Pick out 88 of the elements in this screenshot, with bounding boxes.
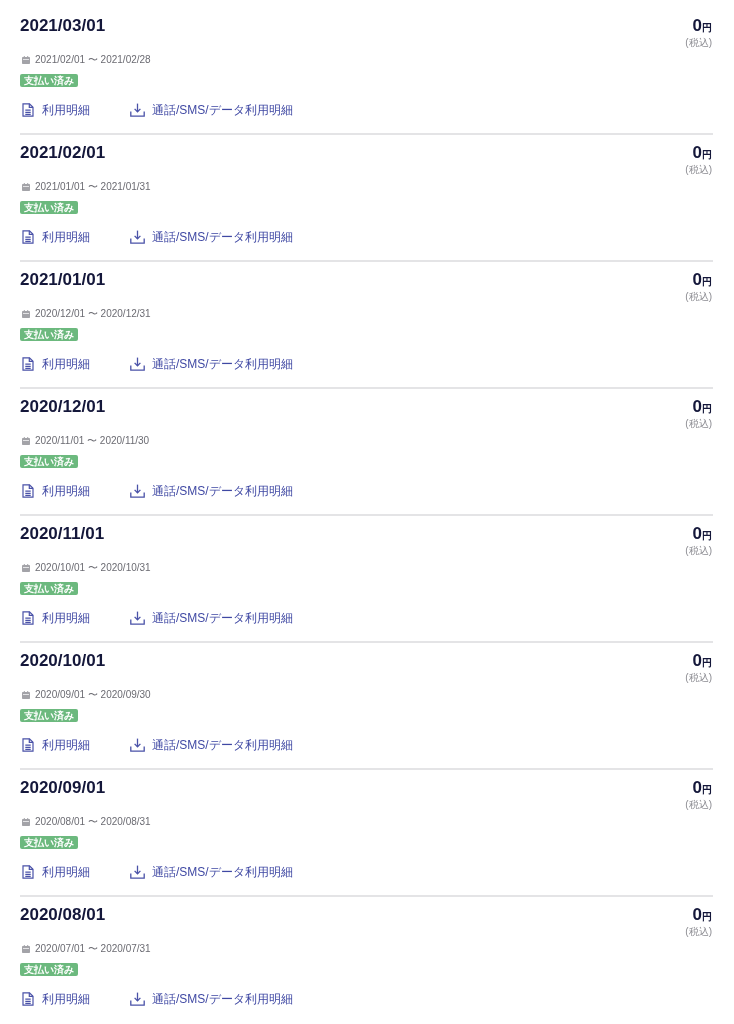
billing-period: 2020/08/01 〜 2020/08/31 (35, 815, 151, 829)
calendar-icon (22, 310, 30, 318)
billing-date: 2020/11/01 (20, 524, 105, 544)
calendar-icon (22, 564, 30, 572)
statement-link[interactable]: 利用明細 (22, 737, 90, 753)
statement-link[interactable]: 利用明細 (22, 356, 90, 372)
document-icon (22, 738, 34, 752)
status-badge: 支払い済み (20, 836, 78, 849)
download-icon (130, 865, 145, 879)
billing-period: 2021/02/01 〜 2021/02/28 (35, 53, 151, 67)
download-icon (130, 484, 145, 498)
billing-date: 2021/03/01 (20, 16, 106, 36)
currency-label: 円 (702, 22, 712, 34)
tax-note: (税込) (685, 37, 712, 49)
amount: 0 (692, 905, 702, 925)
statement-link[interactable]: 利用明細 (22, 229, 90, 245)
tax-note: (税込) (685, 164, 712, 176)
document-icon (22, 357, 34, 371)
document-icon (22, 992, 34, 1006)
download-link[interactable]: 通話/SMS/データ利用明細 (130, 991, 293, 1007)
currency-label: 円 (702, 149, 712, 161)
download-icon (130, 230, 145, 244)
currency-label: 円 (702, 657, 712, 669)
document-icon (22, 611, 34, 625)
billing-date: 2020/08/01 (20, 905, 106, 925)
tax-note: (税込) (685, 418, 712, 430)
document-icon (22, 484, 34, 498)
document-icon (22, 103, 34, 117)
document-icon (22, 865, 34, 879)
amount: 0 (692, 143, 702, 163)
billing-period: 2020/11/01 〜 2020/11/30 (35, 434, 150, 448)
currency-label: 円 (702, 530, 712, 542)
currency-label: 円 (702, 911, 712, 923)
download-link[interactable]: 通話/SMS/データ利用明細 (130, 356, 293, 372)
billing-date: 2020/10/01 (20, 651, 106, 671)
download-link[interactable]: 通話/SMS/データ利用明細 (130, 737, 293, 753)
calendar-icon (22, 691, 30, 699)
billing-date: 2020/09/01 (20, 778, 106, 798)
tax-note: (税込) (685, 291, 712, 303)
billing-period: 2020/09/01 〜 2020/09/30 (35, 688, 151, 702)
download-link[interactable]: 通話/SMS/データ利用明細 (130, 610, 293, 626)
billing-period: 2020/10/01 〜 2020/10/31 (35, 561, 151, 575)
calendar-icon (22, 945, 30, 953)
amount: 0 (692, 778, 702, 798)
statement-link[interactable]: 利用明細 (22, 991, 90, 1007)
download-icon (130, 103, 145, 117)
statement-link[interactable]: 利用明細 (22, 864, 90, 880)
amount: 0 (692, 524, 702, 544)
calendar-icon (22, 818, 30, 826)
download-icon (130, 611, 145, 625)
download-icon (130, 738, 145, 752)
billing-date: 2021/01/01 (20, 270, 106, 290)
calendar-icon (22, 183, 30, 191)
amount: 0 (692, 16, 702, 36)
billing-date: 2021/02/01 (20, 143, 106, 163)
currency-label: 円 (702, 276, 712, 288)
calendar-icon (22, 56, 30, 64)
tax-note: (税込) (685, 799, 712, 811)
tax-note: (税込) (685, 926, 712, 938)
status-badge: 支払い済み (20, 709, 78, 722)
statement-link[interactable]: 利用明細 (22, 102, 90, 118)
billing-period: 2020/12/01 〜 2020/12/31 (35, 307, 151, 321)
status-badge: 支払い済み (20, 74, 78, 87)
status-badge: 支払い済み (20, 582, 78, 595)
status-badge: 支払い済み (20, 201, 78, 214)
statement-link[interactable]: 利用明細 (22, 610, 90, 626)
download-link[interactable]: 通話/SMS/データ利用明細 (130, 864, 293, 880)
amount: 0 (692, 270, 702, 290)
statement-link[interactable]: 利用明細 (22, 483, 90, 499)
billing-period: 2021/01/01 〜 2021/01/31 (35, 180, 151, 194)
status-badge: 支払い済み (20, 963, 78, 976)
amount: 0 (692, 651, 702, 671)
billing-date: 2020/12/01 (20, 397, 106, 417)
billing-period: 2020/07/01 〜 2020/07/31 (35, 942, 151, 956)
document-icon (22, 230, 34, 244)
download-link[interactable]: 通話/SMS/データ利用明細 (130, 483, 293, 499)
download-icon (130, 357, 145, 371)
status-badge: 支払い済み (20, 455, 78, 468)
status-badge: 支払い済み (20, 328, 78, 341)
download-icon (130, 992, 145, 1006)
tax-note: (税込) (685, 545, 712, 557)
download-link[interactable]: 通話/SMS/データ利用明細 (130, 102, 293, 118)
currency-label: 円 (702, 403, 712, 415)
tax-note: (税込) (685, 672, 712, 684)
currency-label: 円 (702, 784, 712, 796)
download-link[interactable]: 通話/SMS/データ利用明細 (130, 229, 293, 245)
amount: 0 (692, 397, 702, 417)
calendar-icon (22, 437, 30, 445)
